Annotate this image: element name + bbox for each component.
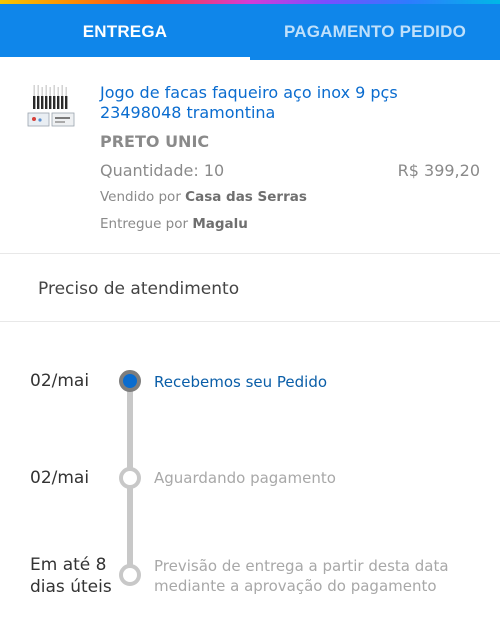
product-thumbnail[interactable] — [26, 82, 76, 132]
product-price: R$ 399,20 — [397, 161, 480, 180]
seller-prefix: Vendido por — [100, 189, 181, 205]
timeline-dot-pending — [119, 564, 141, 586]
timeline-date-3: Em até 8 dias úteis — [30, 554, 112, 598]
timeline-dot-done — [119, 370, 141, 392]
product-seller: Vendido por Casa das Serras — [100, 189, 307, 205]
timeline-step-3-line2: mediante a aprovação do pagamento — [154, 577, 437, 595]
product-card: Jogo de facas faqueiro aço inox 9 pçs 23… — [0, 60, 500, 254]
tab-entrega-label: ENTREGA — [82, 22, 168, 41]
timeline-step-3-line1: Previsão de entrega a partir desta data — [154, 557, 449, 575]
shipper-name: Magalu — [192, 216, 248, 232]
seller-name: Casa das Serras — [185, 189, 307, 205]
timeline-dot-pending — [119, 467, 141, 489]
timeline-step-2: Aguardando pagamento — [154, 469, 336, 487]
tab-pagamento-pedido[interactable]: PAGAMENTO PEDIDO — [250, 4, 500, 60]
product-title-link[interactable]: Jogo de facas faqueiro aço inox 9 pçs 23… — [100, 83, 480, 123]
shipper-prefix: Entregue por — [100, 216, 189, 232]
timeline-date-2: 02/mai — [30, 468, 90, 488]
product-shipper: Entregue por Magalu — [100, 216, 248, 232]
product-variant: PRETO UNIC — [100, 132, 210, 151]
help-row[interactable]: Preciso de atendimento — [0, 254, 500, 322]
tab-bar: ENTREGA PAGAMENTO PEDIDO — [0, 4, 500, 60]
timeline-step-3: Previsão de entrega a partir desta data … — [154, 556, 474, 596]
product-quantity: Quantidade: 10 — [100, 161, 225, 180]
tab-entrega[interactable]: ENTREGA — [0, 4, 250, 60]
knife-set-image-icon — [26, 82, 76, 132]
timeline-date-3-line2: dias úteis — [30, 577, 112, 597]
timeline-date-1: 02/mai — [30, 371, 90, 391]
timeline-step-1: Recebemos seu Pedido — [154, 373, 328, 391]
help-label: Preciso de atendimento — [38, 279, 240, 299]
order-timeline: 02/mai Recebemos seu Pedido 02/mai Aguar… — [0, 322, 500, 634]
tab-pagamento-label: PAGAMENTO PEDIDO — [283, 22, 467, 41]
timeline-date-3-line1: Em até 8 — [30, 555, 107, 575]
